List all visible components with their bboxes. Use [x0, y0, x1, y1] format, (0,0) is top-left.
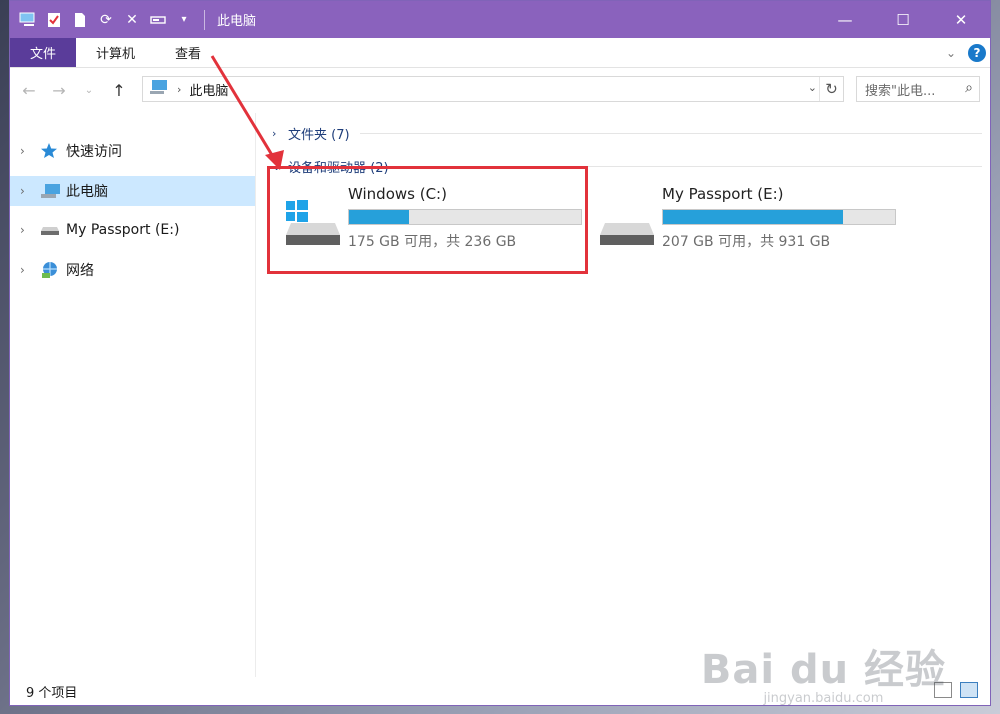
title-bar: ⟳ ✕ ▾ 此电脑 — ☐ ✕ — [10, 1, 990, 38]
hard-drive-icon — [599, 199, 655, 247]
sidebar-item-network[interactable]: › 网络 — [10, 255, 255, 285]
group-collapse-chevron-icon[interactable]: ⌄ — [272, 160, 284, 173]
quick-access-toolbar: ⟳ ✕ ▾ 此电脑 — [10, 1, 256, 38]
drive-item-e[interactable]: My Passport (E:) 207 GB 可用，共 931 GB — [599, 185, 899, 257]
rename-icon[interactable] — [148, 10, 168, 30]
item-count: 9 个项目 — [26, 685, 78, 701]
sidebar-item-label: 快速访问 — [66, 144, 122, 160]
delete-icon[interactable]: ✕ — [122, 10, 142, 30]
minimize-button[interactable]: — — [816, 1, 874, 38]
refresh-button[interactable]: ↻ — [819, 77, 843, 101]
details-view-button[interactable] — [934, 682, 952, 698]
drive-size-text: 175 GB 可用，共 236 GB — [348, 234, 517, 250]
navigation-pane: › 快速访问 › 此电脑 › My Passport (E:) › 网络 — [10, 113, 256, 677]
window-title: 此电脑 — [217, 14, 257, 29]
content-pane: › 文件夹 (7) ⌄ 设备和驱动器 (2) Windows (C:) 175 … — [256, 113, 990, 677]
forward-arrow-icon[interactable]: → — [48, 81, 70, 100]
maximize-button[interactable]: ☐ — [874, 1, 932, 38]
search-box[interactable]: 搜索"此电... ⌕ — [856, 76, 980, 102]
sidebar-item-label: 此电脑 — [66, 183, 108, 200]
drive-usage-bar — [348, 209, 582, 225]
explorer-window: ⟳ ✕ ▾ 此电脑 — ☐ ✕ 文件 计算机 查看 ⌄ ? ← → ⌄ ↑ › … — [9, 0, 991, 706]
help-icon[interactable]: ? — [968, 44, 986, 62]
drive-usage-bar — [662, 209, 896, 225]
properties-icon[interactable] — [44, 10, 64, 30]
drive-item-c[interactable]: Windows (C:) 175 GB 可用，共 236 GB — [285, 185, 585, 257]
sidebar-item-my-passport[interactable]: › My Passport (E:) — [10, 215, 255, 245]
drive-usage-fill — [663, 210, 844, 224]
address-bar[interactable]: › 此电脑 ⌄ ↻ — [142, 76, 844, 102]
new-file-icon[interactable] — [70, 10, 90, 30]
customize-toolbar-dropdown-icon[interactable]: ▾ — [174, 10, 194, 30]
group-header-devices[interactable]: ⌄ 设备和驱动器 (2) — [272, 156, 982, 176]
address-row: ← → ⌄ ↑ › 此电脑 ⌄ ↻ 搜索"此电... ⌕ — [10, 68, 990, 112]
group-divider — [359, 132, 982, 134]
drive-name: Windows (C:) — [348, 185, 447, 203]
expand-chevron-icon[interactable]: › — [20, 263, 34, 277]
network-icon — [40, 261, 64, 279]
group-header-folders[interactable]: › 文件夹 (7) — [272, 123, 982, 143]
this-pc-icon — [149, 79, 169, 99]
group-title: 设备和驱动器 (2) — [288, 160, 389, 176]
search-placeholder: 搜索"此电... — [865, 83, 936, 99]
main-area: › 快速访问 › 此电脑 › My Passport (E:) › 网络 › 文… — [10, 113, 990, 677]
breadcrumb-separator-icon[interactable]: › — [177, 83, 181, 96]
group-divider — [398, 165, 982, 167]
address-dropdown-icon[interactable]: ⌄ — [808, 81, 817, 94]
expand-chevron-icon[interactable]: › — [20, 184, 34, 198]
sidebar-item-this-pc[interactable]: › 此电脑 — [10, 175, 255, 206]
status-bar: 9 个项目 — [10, 677, 990, 705]
group-collapse-chevron-icon[interactable]: › — [272, 127, 284, 140]
windows-drive-icon — [285, 199, 341, 247]
expand-chevron-icon[interactable]: › — [20, 144, 34, 158]
expand-ribbon-chevron-icon[interactable]: ⌄ — [946, 46, 956, 60]
toolbar-separator — [204, 9, 205, 30]
search-icon[interactable]: ⌕ — [965, 80, 973, 96]
large-icons-view-button[interactable] — [960, 682, 978, 698]
drive-size-text: 207 GB 可用，共 931 GB — [662, 234, 831, 250]
drive-name: My Passport (E:) — [662, 185, 784, 203]
up-arrow-icon[interactable]: ↑ — [108, 81, 130, 100]
group-title: 文件夹 (7) — [288, 127, 350, 143]
sidebar-item-quick-access[interactable]: › 快速访问 — [10, 136, 255, 166]
redo-icon[interactable]: ⟳ — [96, 10, 116, 30]
drive-usage-fill — [349, 210, 409, 224]
window-controls: — ☐ ✕ — [816, 1, 990, 38]
breadcrumb-this-pc[interactable]: 此电脑 — [189, 80, 228, 99]
removable-drive-icon — [40, 224, 64, 236]
this-pc-icon — [40, 183, 64, 199]
view-toggle — [934, 682, 978, 698]
ribbon-tabs: 文件 计算机 查看 ⌄ ? — [10, 38, 990, 68]
close-button[interactable]: ✕ — [932, 1, 990, 38]
sidebar-item-label: My Passport (E:) — [66, 222, 180, 238]
tab-view[interactable]: 查看 — [155, 38, 221, 67]
star-icon — [40, 142, 64, 160]
expand-chevron-icon[interactable]: › — [20, 223, 34, 237]
tab-computer[interactable]: 计算机 — [76, 38, 155, 67]
ribbon-right-controls: ⌄ ? — [946, 38, 990, 68]
recent-locations-chevron-icon[interactable]: ⌄ — [78, 85, 100, 96]
this-pc-icon — [18, 10, 38, 30]
tab-file[interactable]: 文件 — [10, 38, 77, 67]
back-arrow-icon[interactable]: ← — [18, 81, 40, 100]
sidebar-item-label: 网络 — [66, 262, 94, 279]
